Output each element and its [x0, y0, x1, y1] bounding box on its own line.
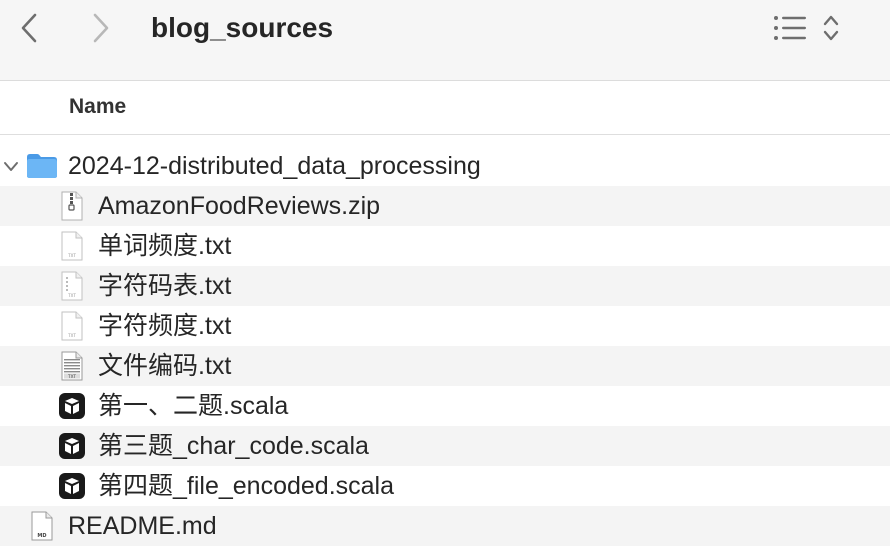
column-header-name[interactable]: Name — [69, 95, 126, 119]
file-name: 字符频度.txt — [98, 312, 232, 340]
chevron-left-icon — [21, 13, 37, 43]
text-file-icon: TXT — [60, 310, 84, 342]
svg-text:TXT: TXT — [67, 374, 76, 379]
file-name: 第四题_file_encoded.scala — [98, 472, 394, 500]
markdown-file-icon: MD — [30, 510, 54, 542]
text-file-icon: TXT — [60, 350, 84, 382]
folder-name: 2024-12-distributed_data_processing — [68, 152, 481, 180]
forward-button[interactable] — [82, 10, 118, 46]
file-row[interactable]: TXT 字符频度.txt — [0, 306, 890, 346]
file-badge: MD — [37, 533, 46, 539]
sort-button[interactable] — [816, 12, 846, 44]
svg-text:TXT: TXT — [67, 253, 76, 258]
disclosure-triangle[interactable] — [0, 156, 22, 178]
file-row[interactable]: 第一、二题.scala — [0, 386, 890, 426]
file-row[interactable]: TXT 文件编码.txt — [0, 346, 890, 386]
file-row[interactable]: 第四题_file_encoded.scala — [0, 466, 890, 506]
file-row[interactable]: TXT 字符码表.txt — [0, 266, 890, 306]
scala-file-icon — [59, 433, 85, 459]
folder-row[interactable]: 2024-12-distributed_data_processing — [0, 146, 890, 186]
scala-file-icon — [59, 473, 85, 499]
chevron-right-icon — [93, 13, 109, 43]
file-row[interactable]: TXT 单词频度.txt — [0, 226, 890, 266]
file-name: 文件编码.txt — [98, 352, 232, 380]
file-row[interactable]: 第三题_char_code.scala — [0, 426, 890, 466]
view-mode-button[interactable] — [770, 12, 810, 44]
svg-text:TXT: TXT — [67, 333, 76, 338]
file-list: 2024-12-distributed_data_processing Amaz… — [0, 146, 890, 546]
back-button[interactable] — [12, 10, 48, 46]
up-down-chevron-icon — [823, 15, 839, 41]
text-file-icon: TXT — [60, 270, 84, 302]
folder-icon — [26, 152, 58, 180]
zip-file-icon — [60, 190, 84, 222]
column-header: Name — [0, 82, 890, 135]
window-title: blog_sources — [151, 12, 334, 43]
chevron-down-icon — [4, 162, 18, 171]
file-name: 第三题_char_code.scala — [98, 432, 369, 460]
file-name: README.md — [68, 512, 217, 540]
file-row[interactable]: MD README.md — [0, 506, 890, 546]
svg-text:TXT: TXT — [67, 293, 76, 298]
file-name: 单词频度.txt — [98, 232, 232, 260]
scala-file-icon — [59, 393, 85, 419]
file-name: 字符码表.txt — [98, 272, 232, 300]
file-name: 第一、二题.scala — [98, 392, 289, 420]
toolbar: blog_sources — [0, 0, 890, 81]
text-file-icon: TXT — [60, 230, 84, 262]
file-row[interactable]: AmazonFoodReviews.zip — [0, 186, 890, 226]
list-view-icon — [774, 16, 806, 40]
file-name: AmazonFoodReviews.zip — [98, 192, 381, 220]
